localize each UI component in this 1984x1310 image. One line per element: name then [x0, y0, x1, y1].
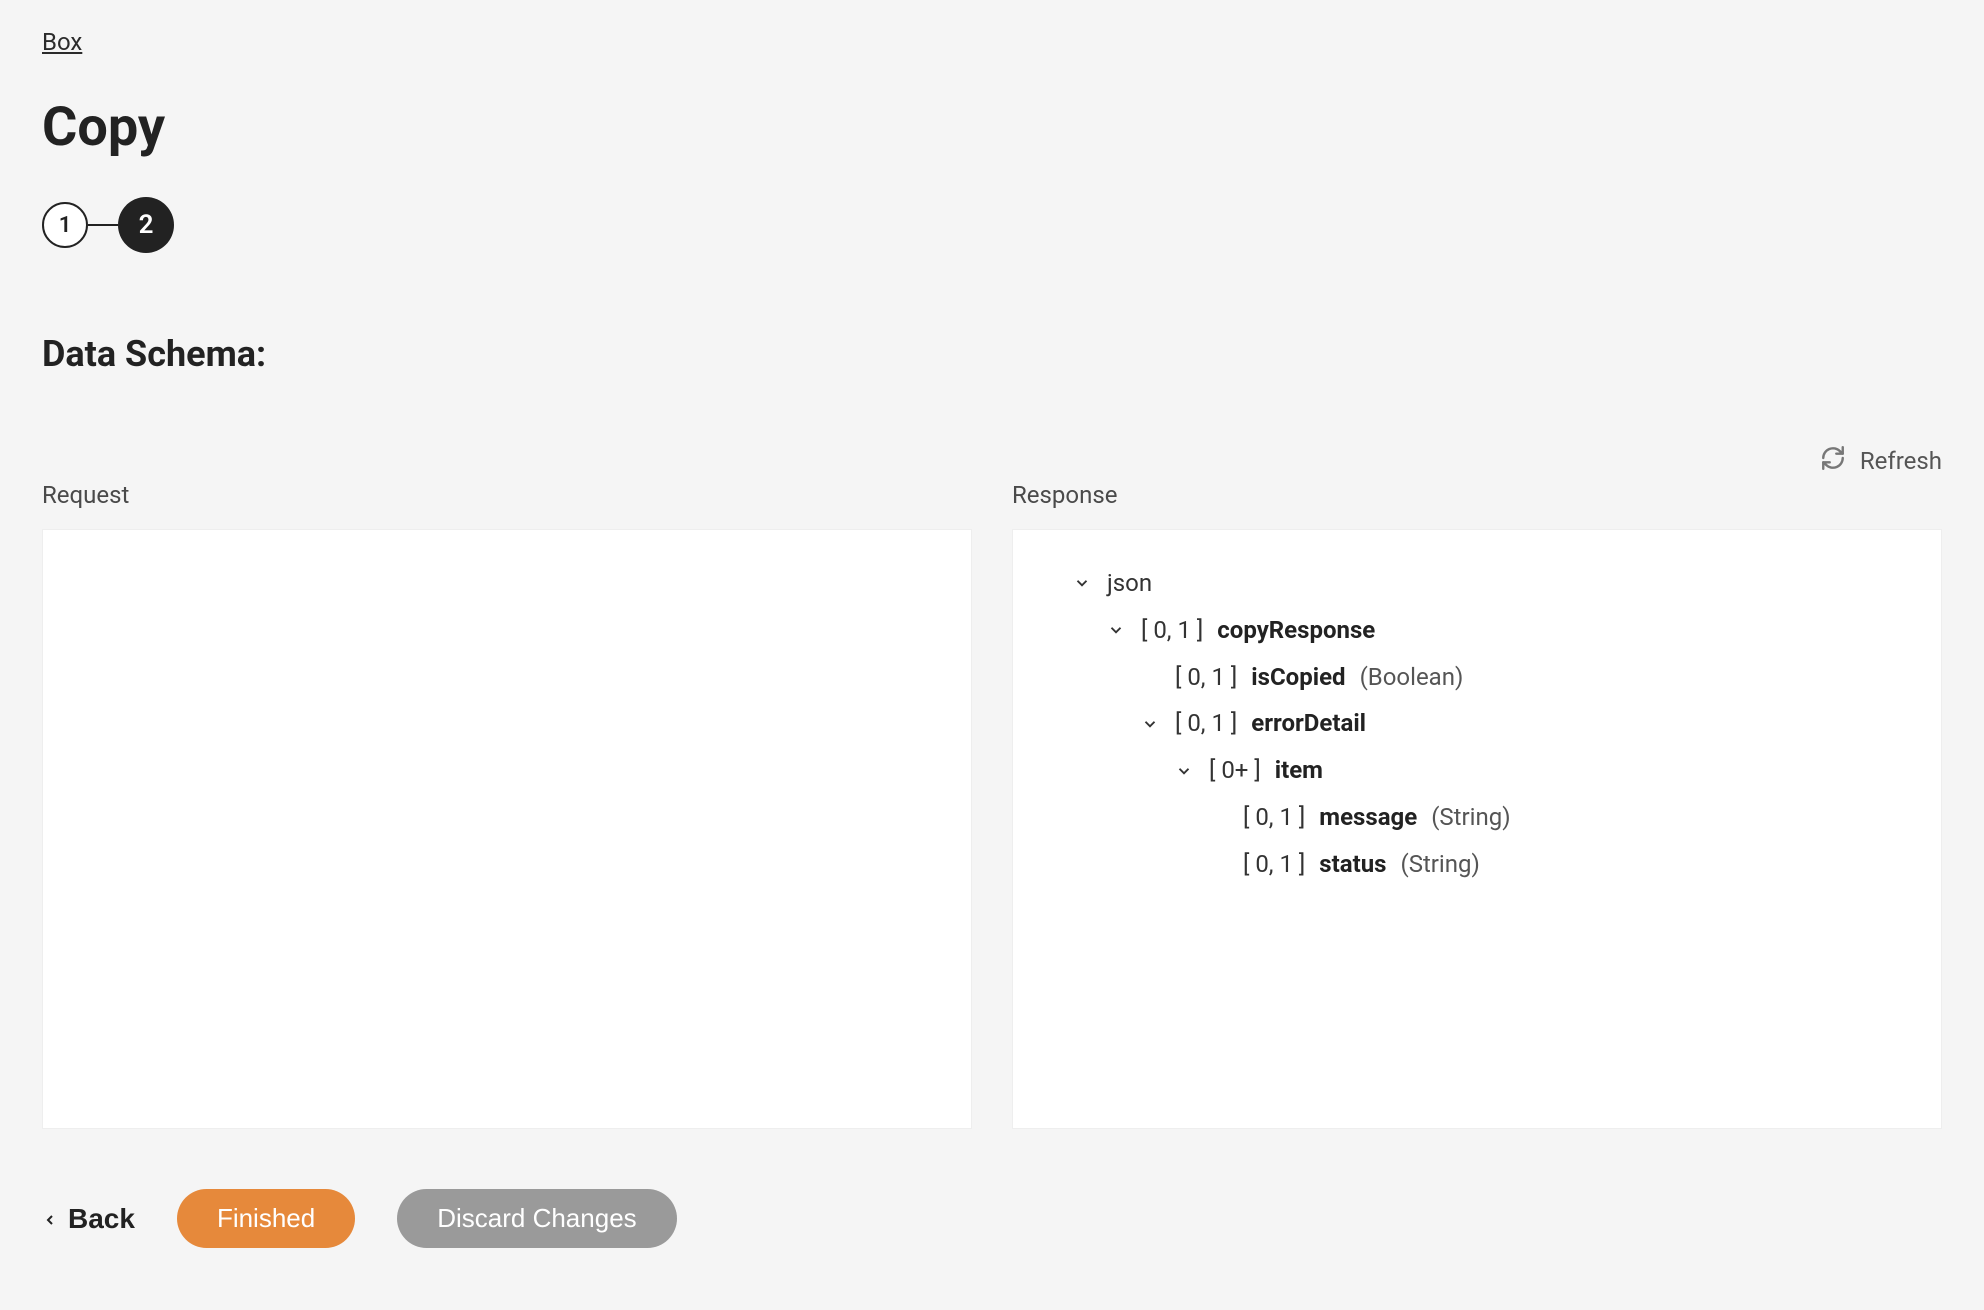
chevron-down-icon[interactable] [1071, 574, 1093, 592]
chevron-down-icon[interactable] [1139, 715, 1161, 733]
cardinality: [ 0, 1 ] [1243, 841, 1305, 888]
chevron-down-icon[interactable] [1173, 762, 1195, 780]
cardinality: [ 0, 1 ] [1141, 607, 1203, 654]
response-panel-label: Response [1012, 481, 1942, 509]
refresh-button[interactable]: Refresh [1012, 445, 1942, 477]
stepper: 1 2 [42, 197, 1942, 253]
tree-node-message[interactable]: [ 0, 1 ] message (String) [1207, 794, 1917, 841]
field-name: copyResponse [1217, 607, 1375, 654]
cardinality: [ 0, 1 ] [1175, 654, 1237, 701]
tree-node-status[interactable]: [ 0, 1 ] status (String) [1207, 841, 1917, 888]
field-name: isCopied [1251, 654, 1345, 701]
refresh-label: Refresh [1860, 447, 1942, 475]
field-type: (String) [1431, 794, 1510, 841]
finished-button[interactable]: Finished [177, 1189, 355, 1248]
tree-node-item[interactable]: [ 0+ ] item [1173, 747, 1917, 794]
breadcrumb-root-link[interactable]: Box [42, 28, 82, 56]
discard-changes-button[interactable]: Discard Changes [397, 1189, 676, 1248]
request-panel [42, 529, 972, 1129]
tree-node-errordetail[interactable]: [ 0, 1 ] errorDetail [1139, 700, 1917, 747]
response-panel: json [ 0, 1 ] copyResponse [1012, 529, 1942, 1129]
cardinality: [ 0, 1 ] [1175, 700, 1237, 747]
chevron-left-icon [42, 1203, 58, 1235]
chevron-down-icon[interactable] [1105, 621, 1127, 639]
field-type: (Boolean) [1360, 654, 1464, 701]
refresh-icon [1820, 445, 1846, 477]
field-name: errorDetail [1251, 700, 1366, 747]
field-type: (String) [1400, 841, 1479, 888]
cardinality: [ 0, 1 ] [1243, 794, 1305, 841]
request-panel-label: Request [42, 481, 972, 509]
cardinality: [ 0+ ] [1209, 747, 1261, 794]
tree-root-label: json [1107, 560, 1152, 607]
response-tree: json [ 0, 1 ] copyResponse [1037, 560, 1917, 888]
field-name: message [1319, 794, 1417, 841]
step-2[interactable]: 2 [118, 197, 174, 253]
stepper-connector [88, 224, 118, 226]
back-button[interactable]: Back [42, 1203, 135, 1235]
page-title: Copy [42, 96, 1942, 159]
field-name: status [1319, 841, 1386, 888]
field-name: item [1275, 747, 1323, 794]
tree-node-iscopied[interactable]: [ 0, 1 ] isCopied (Boolean) [1139, 654, 1917, 701]
tree-node-copyresponse[interactable]: [ 0, 1 ] copyResponse [1105, 607, 1917, 654]
tree-node-json[interactable]: json [1071, 560, 1917, 607]
back-label: Back [68, 1203, 135, 1235]
breadcrumb: Box [42, 28, 1942, 56]
step-1[interactable]: 1 [42, 202, 88, 248]
section-title: Data Schema: [42, 333, 1942, 375]
